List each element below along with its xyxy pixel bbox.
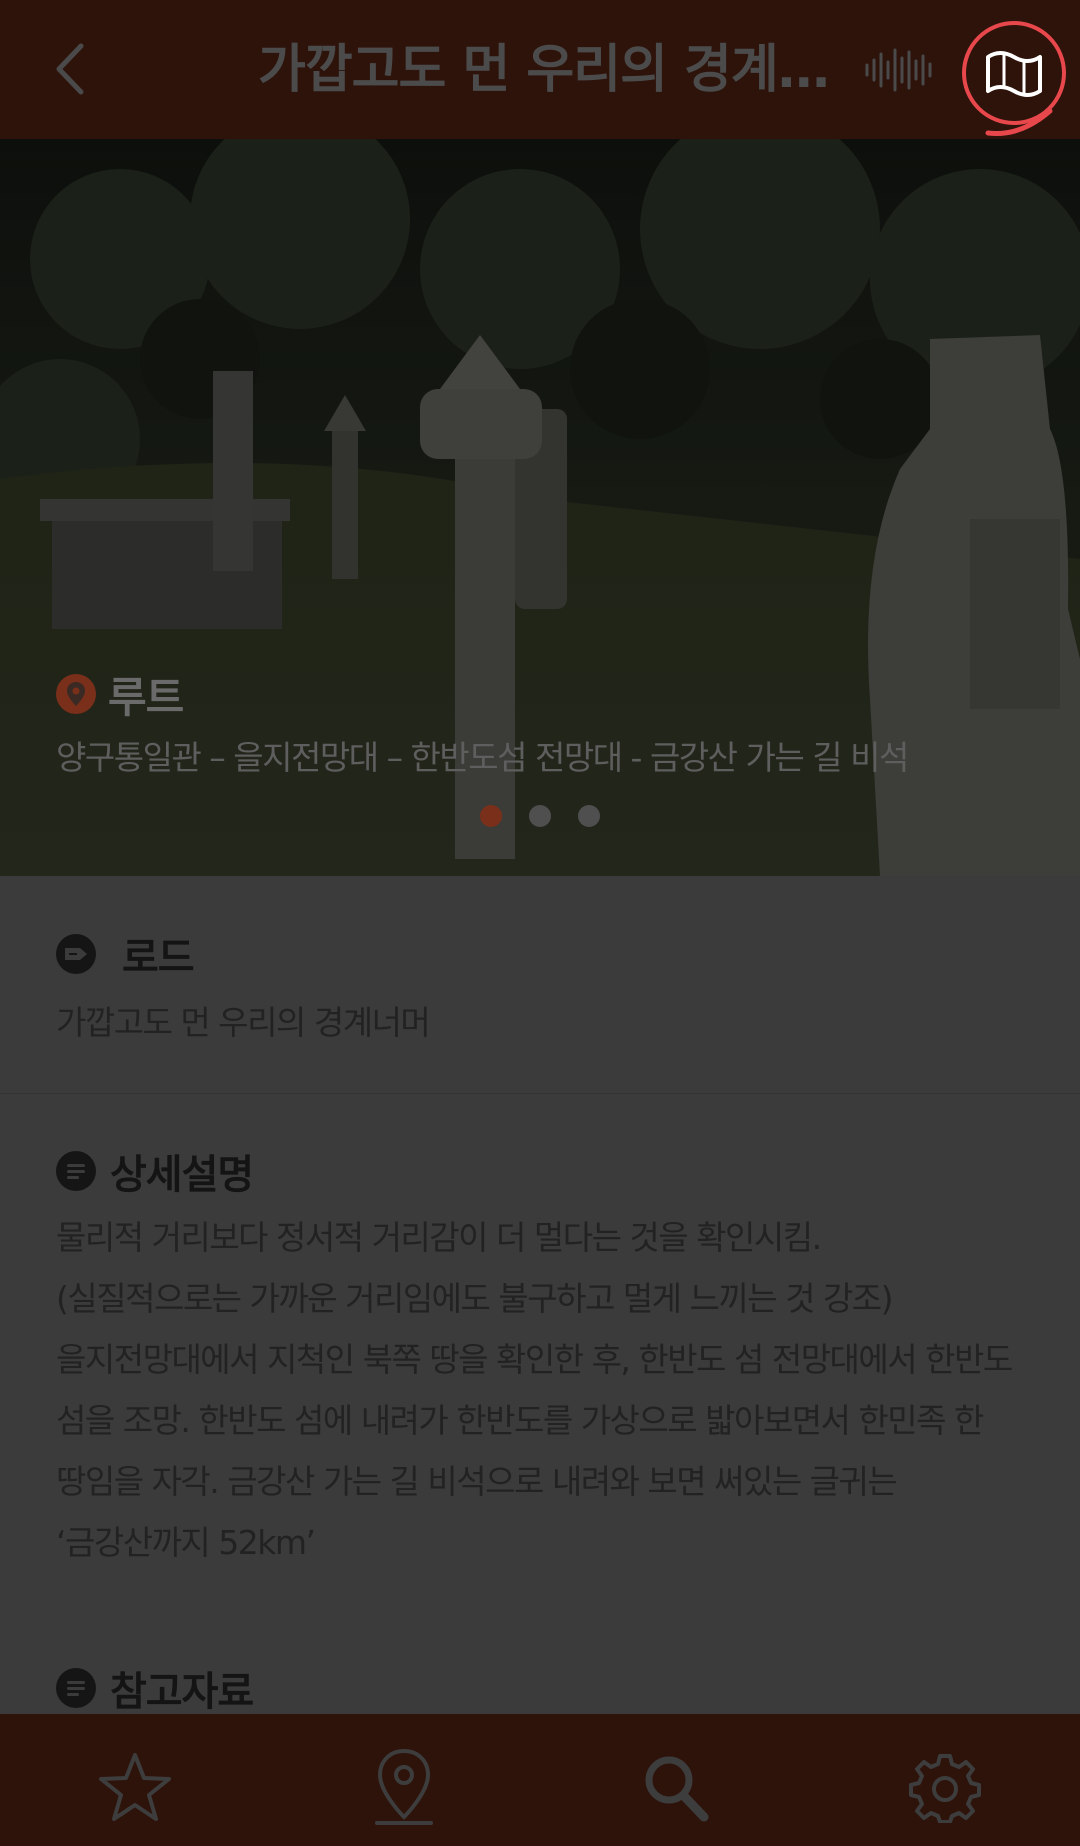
references-title: 참고자료 [110, 1669, 254, 1715]
carousel-dot[interactable] [529, 805, 551, 827]
back-button[interactable] [44, 38, 96, 100]
map-button[interactable] [944, 14, 1080, 138]
description-line: 땅임을 자각. 금강산 가는 길 비석으로 내려와 보면 써있는 글귀는 [56, 1462, 898, 1501]
road-text: 가깝고도 먼 우리의 경계너머 [56, 1003, 431, 1042]
description-header: 상세설명 [56, 1143, 254, 1199]
description-line: (실질적으로는 가까운 거리임에도 불구하고 멀게 느끼는 것 강조) [56, 1279, 894, 1318]
location-pin-icon [375, 1748, 433, 1825]
road-title: 로드 [122, 935, 195, 981]
description-line: ‘금강산까지 52km’ [56, 1523, 316, 1562]
route-header: 루트 [56, 669, 184, 722]
nav-search[interactable] [630, 1742, 720, 1832]
nav-location[interactable] [359, 1742, 449, 1832]
carousel-indicator [0, 805, 1080, 829]
audio-wave-icon [865, 48, 932, 92]
list-icon [56, 1668, 96, 1708]
map-icon [962, 21, 1066, 137]
nav-favorites[interactable] [90, 1742, 180, 1832]
audio-button[interactable] [862, 44, 938, 96]
hero-carousel[interactable]: 루트 양구통일관 – 을지전망대 – 한반도섬 전망대 - 금강산 가는 길 비… [0, 139, 1080, 876]
bottom-navigation [0, 1714, 1080, 1846]
references-header: 참고자료 [56, 1660, 254, 1716]
top-app-bar: 가깝고도 먼 우리의 경계… [0, 0, 1080, 139]
description-line: 물리적 거리보다 정서적 거리감이 더 멀다는 것을 확인시킴. [56, 1218, 822, 1257]
nav-settings[interactable] [900, 1742, 990, 1832]
tag-icon [56, 934, 96, 974]
route-title: 루트 [108, 672, 184, 722]
chevron-left-icon [56, 43, 84, 95]
road-section: 로드 가깝고도 먼 우리의 경계너머 [0, 876, 1080, 1094]
carousel-dot-active[interactable] [480, 805, 502, 827]
description-body: 물리적 거리보다 정서적 거리감이 더 멀다는 것을 확인시킴. (실질적으로는… [56, 1216, 1056, 1582]
page-title: 가깝고도 먼 우리의 경계… [258, 40, 828, 100]
list-icon [56, 1151, 96, 1191]
description-line: 섬을 조망. 한반도 섬에 내려가 한반도를 가상으로 밟아보면서 한민족 한 [56, 1401, 984, 1440]
road-header: 로드 [56, 926, 195, 982]
route-text: 양구통일관 – 을지전망대 – 한반도섬 전망대 - 금강산 가는 길 비석 [56, 738, 909, 777]
gear-icon [909, 1754, 981, 1823]
search-icon [645, 1756, 709, 1822]
carousel-dot[interactable] [578, 805, 600, 827]
location-pin-icon [56, 674, 96, 714]
description-line: 을지전망대에서 지척인 북쪽 땅을 확인한 후, 한반도 섬 전망대에서 한반도 [56, 1340, 1013, 1379]
description-title: 상세설명 [110, 1152, 254, 1198]
star-icon [99, 1753, 171, 1821]
